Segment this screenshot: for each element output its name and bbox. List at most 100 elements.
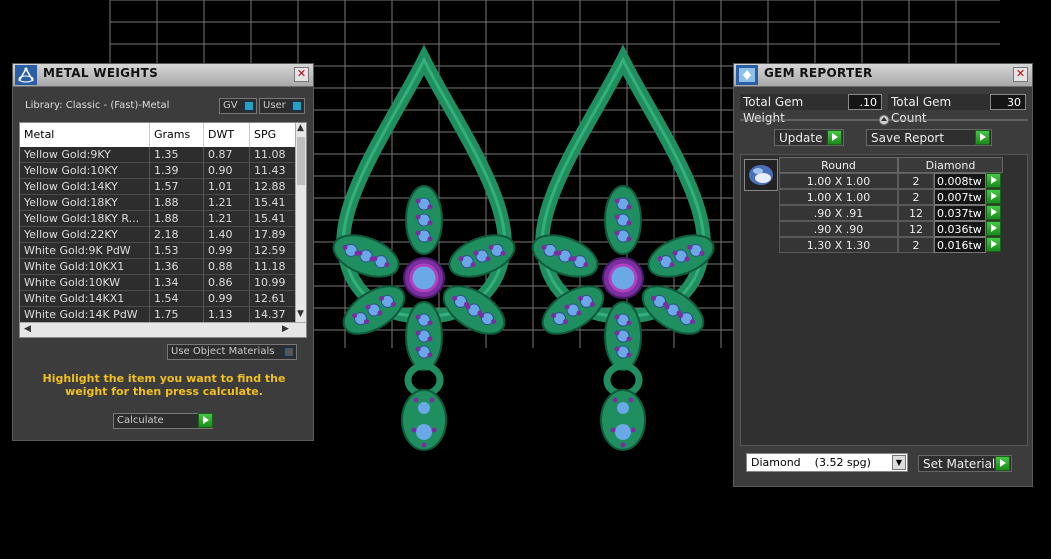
- table-row[interactable]: Yellow Gold:22KY 2.18 1.40 17.89: [20, 227, 298, 243]
- prong: [352, 313, 358, 319]
- gem-size-cell: 1.00 X 1.00: [779, 189, 898, 205]
- prong: [684, 256, 690, 262]
- update-go-icon: [827, 130, 842, 145]
- gem-reporter-title: GEM REPORTER: [764, 66, 873, 80]
- prong: [576, 310, 582, 316]
- metal-name-cell: Yellow Gold:22KY: [20, 227, 150, 243]
- spg-cell: 15.41: [250, 211, 298, 227]
- calculate-button[interactable]: Calculate: [113, 413, 213, 429]
- save-report-button[interactable]: Save Report: [866, 129, 992, 146]
- gv-toggle[interactable]: GV: [219, 98, 257, 114]
- table-row[interactable]: White Gold:10KW 1.34 0.86 10.99: [20, 275, 298, 291]
- prong: [672, 250, 678, 256]
- prong: [431, 427, 437, 433]
- library-label: Library: Classic - (Fast)-Metal: [25, 100, 170, 111]
- prong: [378, 295, 384, 301]
- prong: [614, 314, 620, 320]
- drop-gem: [615, 424, 631, 440]
- set-material-label: Set Material: [923, 457, 996, 471]
- scroll-up-icon[interactable]: ▲: [297, 123, 304, 133]
- table-row[interactable]: Yellow Gold:18KY R... 1.88 1.21 15.41: [20, 211, 298, 227]
- metal-table-vertical-scrollbar[interactable]: ▲ ▼: [295, 123, 306, 323]
- gem-reporter-close-icon[interactable]: ✕: [1013, 67, 1028, 82]
- table-row[interactable]: White Gold:14K PdW 1.75 1.13 14.37: [20, 307, 298, 323]
- column-header-dwt[interactable]: DWT: [204, 123, 250, 147]
- dwt-cell: 1.13: [204, 307, 250, 323]
- prong: [577, 295, 583, 301]
- table-row[interactable]: Yellow Gold:10KY 1.39 0.90 11.43: [20, 163, 298, 179]
- scroll-right-icon[interactable]: ▶: [282, 324, 289, 334]
- prong: [415, 198, 421, 204]
- table-row[interactable]: Yellow Gold:18KY 1.88 1.21 15.41: [20, 195, 298, 211]
- prong: [478, 313, 484, 319]
- prong: [488, 244, 494, 250]
- gem-row-go-icon[interactable]: [986, 237, 1001, 252]
- metal-name-cell: Yellow Gold:10KY: [20, 163, 150, 179]
- prong: [490, 319, 496, 325]
- prong: [411, 427, 417, 433]
- prong: [354, 250, 360, 256]
- prong: [473, 250, 479, 256]
- gem-row-go-icon[interactable]: [986, 189, 1001, 204]
- dwt-cell: 0.99: [204, 291, 250, 307]
- table-row[interactable]: White Gold:10KX1 1.36 0.88 11.18: [20, 259, 298, 275]
- prong: [626, 352, 632, 358]
- prong: [614, 230, 620, 236]
- scroll-down-icon[interactable]: ▼: [297, 309, 304, 319]
- gem-size-cell: .90 X .90: [779, 221, 898, 237]
- metal-name-cell: White Gold:9K PdW: [20, 243, 150, 259]
- table-row[interactable]: White Gold:14KX1 1.54 0.99 12.61: [20, 291, 298, 307]
- scroll-left-icon[interactable]: ◀: [24, 324, 31, 334]
- prong: [614, 330, 620, 336]
- gem-row-go-icon[interactable]: [986, 173, 1001, 188]
- calculate-go-icon[interactable]: [198, 413, 213, 428]
- user-toggle[interactable]: User: [259, 98, 305, 114]
- metal-weights-close-icon[interactable]: ✕: [294, 67, 309, 82]
- prong: [500, 250, 506, 256]
- material-select[interactable]: Diamond (3.52 spg) ▼: [746, 453, 908, 472]
- gem-shape-thumbnail-icon[interactable]: [744, 159, 778, 191]
- set-material-button[interactable]: Set Material: [918, 455, 1012, 472]
- prong: [458, 256, 464, 262]
- total-gem-count-value: 30: [990, 94, 1026, 110]
- report-splitter[interactable]: [740, 114, 1028, 126]
- spg-cell: 12.61: [250, 291, 298, 307]
- prong: [415, 346, 421, 352]
- spg-cell: 10.99: [250, 275, 298, 291]
- gem-row-go-icon[interactable]: [986, 221, 1001, 236]
- table-row[interactable]: Yellow Gold:9KY 1.35 0.87 11.08: [20, 147, 298, 163]
- gem-reporter-titlebar[interactable]: GEM REPORTER ✕: [734, 64, 1032, 87]
- column-header-grams[interactable]: Grams: [150, 123, 204, 147]
- update-button[interactable]: Update: [774, 129, 844, 146]
- vertical-scroll-thumb[interactable]: [297, 137, 305, 185]
- prong: [628, 397, 634, 403]
- prong: [485, 256, 491, 262]
- use-object-materials-toggle[interactable]: Use Object Materials: [167, 344, 297, 360]
- grams-cell: 1.75: [150, 307, 204, 323]
- prong: [415, 314, 421, 320]
- save-report-label: Save Report: [871, 131, 945, 145]
- metal-name-cell: Yellow Gold:18KY: [20, 195, 150, 211]
- prong: [664, 304, 670, 310]
- metal-name-cell: White Gold:14KX1: [20, 291, 150, 307]
- prong: [427, 220, 433, 226]
- chevron-down-icon[interactable]: ▼: [892, 455, 906, 470]
- spg-cell: 12.59: [250, 243, 298, 259]
- column-header-metal[interactable]: Metal: [20, 123, 150, 147]
- column-header-spg[interactable]: SPG: [250, 123, 298, 147]
- table-row[interactable]: Yellow Gold:14KY 1.57 1.01 12.88: [20, 179, 298, 195]
- drop-gem: [418, 402, 430, 414]
- gem-row-go-icon[interactable]: [986, 205, 1001, 220]
- metal-table[interactable]: Metal Grams DWT SPG Yellow Gold:9KY 1.35 0…: [19, 122, 307, 338]
- user-label: User: [263, 100, 286, 111]
- prong: [342, 244, 348, 250]
- prong: [583, 262, 589, 268]
- metal-table-horizontal-scrollbar[interactable]: ◀ ▶: [20, 322, 306, 337]
- instruction-text: Highlight the item you want to find the …: [42, 372, 286, 398]
- table-row[interactable]: White Gold:9K PdW 1.53 0.99 12.59: [20, 243, 298, 259]
- prong: [427, 352, 433, 358]
- spg-cell: 11.08: [250, 147, 298, 163]
- gem-count-cell: 12: [898, 205, 934, 221]
- dwt-cell: 1.40: [204, 227, 250, 243]
- metal-weights-titlebar[interactable]: METAL WEIGHTS ✕: [13, 64, 313, 87]
